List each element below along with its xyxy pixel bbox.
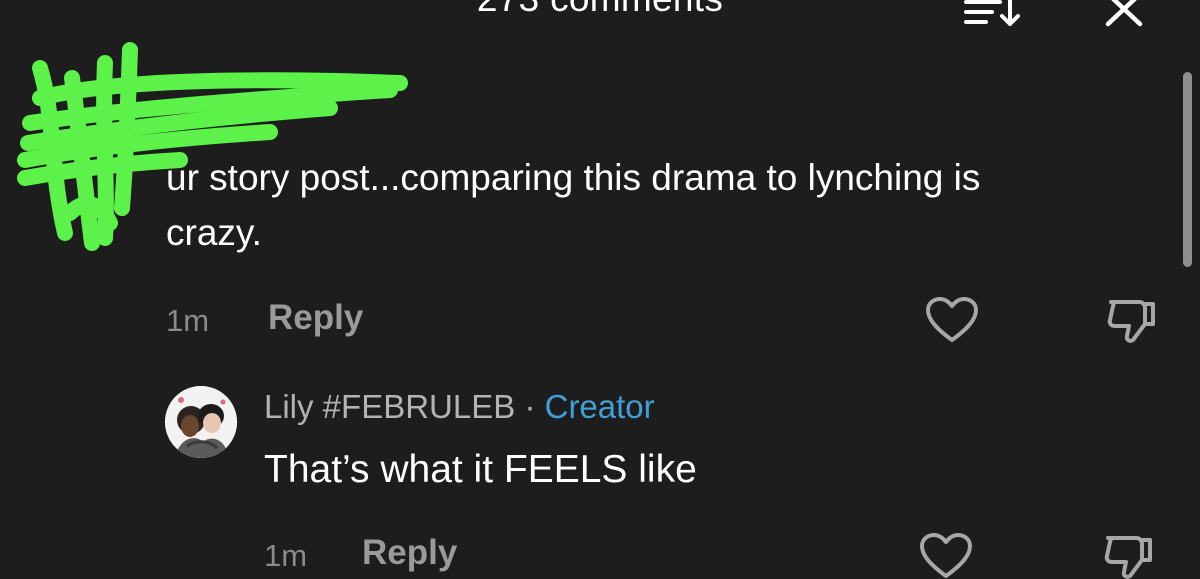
reply-comment-text: That’s what it FEELS like (264, 448, 697, 491)
author-separator: · (524, 388, 536, 425)
close-button[interactable] (1100, 0, 1148, 30)
heart-icon (926, 297, 978, 342)
reply-comment-dislike-button[interactable] (1100, 532, 1156, 579)
reply-comment-like-button[interactable] (918, 532, 974, 579)
comment-text: ur story post...comparing this drama to … (166, 157, 981, 253)
thumbs-down-icon (1107, 300, 1155, 343)
scrollbar[interactable] (1183, 72, 1192, 267)
heart-icon (920, 533, 972, 578)
comment-time: 1m (166, 303, 210, 338)
reply-comment-time: 1m (264, 538, 308, 573)
sort-icon (964, 0, 1020, 26)
comments-panel: 273 comments ur stor (0, 0, 1200, 579)
reply-comment-reply-button[interactable]: Reply (362, 533, 457, 573)
dislike-button[interactable] (1103, 296, 1159, 346)
author-line: Lily #FEBRULEB · Creator (264, 388, 655, 426)
avatar[interactable] (165, 386, 237, 458)
thumbs-down-icon (1104, 536, 1152, 579)
author-name[interactable]: Lily #FEBRULEB (264, 388, 515, 425)
close-icon (1105, 0, 1143, 27)
reply-button[interactable]: Reply (268, 298, 363, 338)
sort-button[interactable] (960, 0, 1024, 28)
like-button[interactable] (924, 296, 980, 346)
creator-badge: Creator (544, 388, 655, 425)
